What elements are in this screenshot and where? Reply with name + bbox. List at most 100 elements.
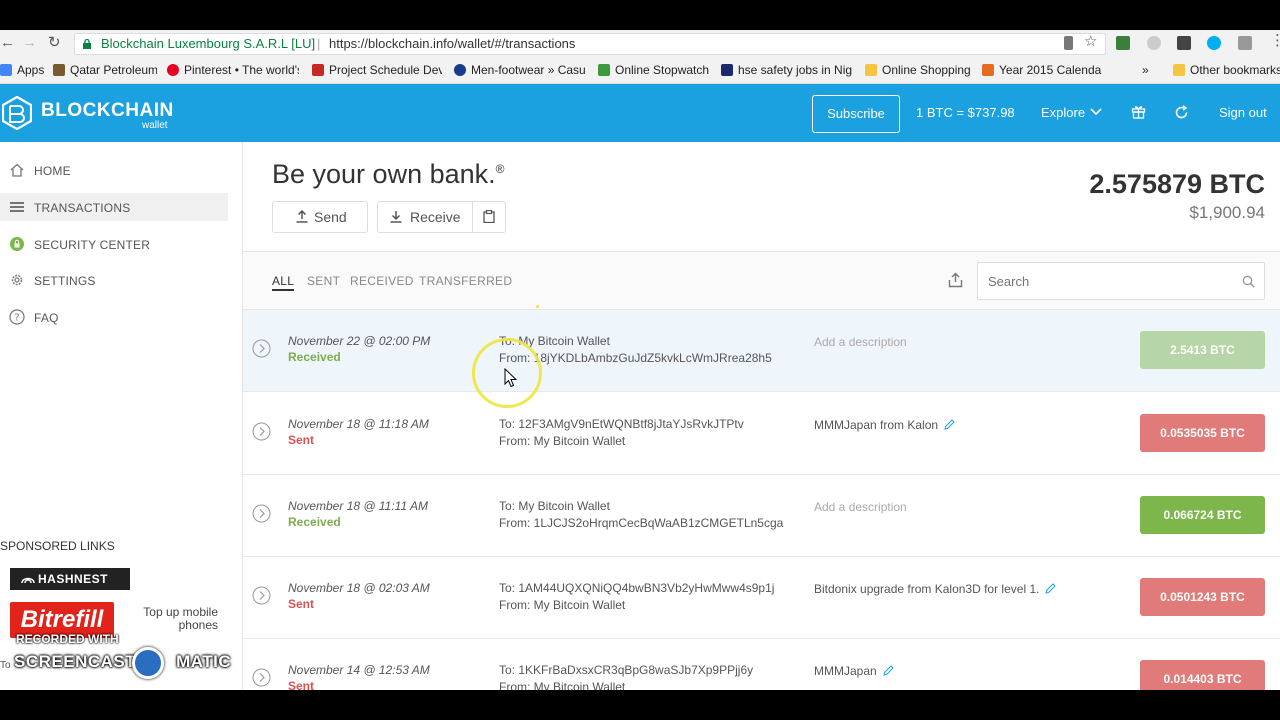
reload-icon[interactable]: ↻ xyxy=(48,34,61,52)
tx-from: From: My Bitcoin Wallet xyxy=(499,434,626,448)
expand-chevron-icon[interactable] xyxy=(252,586,271,605)
send-button[interactable]: Send xyxy=(272,201,368,233)
sign-out-link[interactable]: Sign out xyxy=(1219,105,1267,120)
extension-icon[interactable] xyxy=(1147,36,1161,50)
tx-amount[interactable]: 0.0501243 BTC xyxy=(1140,578,1265,616)
tx-amount[interactable]: 2.5413 BTC xyxy=(1140,331,1265,369)
sidebar-item-security-center[interactable]: SECURITY CENTER xyxy=(0,230,228,258)
tx-description[interactable]: Bitdonix upgrade from Kalon3D for level … xyxy=(814,581,1064,598)
bookmark-item[interactable]: Year 2015 Calendar xyxy=(982,63,1102,77)
expand-chevron-icon[interactable] xyxy=(252,339,271,358)
bookmark-label: Apps xyxy=(17,63,44,77)
extension-icon[interactable] xyxy=(1177,36,1191,50)
bookmark-item[interactable]: Project Schedule Dev xyxy=(312,63,442,77)
skype-icon[interactable] xyxy=(1207,36,1221,50)
forward-icon[interactable]: → xyxy=(22,34,37,52)
bookmark-item[interactable]: Pinterest • The world's xyxy=(167,63,299,77)
pencil-icon[interactable] xyxy=(944,419,955,430)
back-icon[interactable]: ← xyxy=(0,34,15,52)
tx-description[interactable]: Add a description xyxy=(814,334,1064,351)
blockchain-logo-icon[interactable] xyxy=(2,96,32,130)
tx-date: November 18 @ 11:18 AM xyxy=(288,417,429,431)
lock-icon xyxy=(10,237,24,251)
bookmark-item[interactable]: Apps xyxy=(0,63,44,77)
bookmark-item[interactable]: Qatar Petroleum xyxy=(53,63,157,77)
table-row[interactable]: November 18 @ 11:11 AM Received To: My B… xyxy=(243,475,1280,557)
extension-icon[interactable] xyxy=(1238,36,1252,50)
tx-description-text: MMMJapan from Kalon xyxy=(814,418,939,432)
tx-amount[interactable]: 0.066724 BTC xyxy=(1140,496,1265,534)
bookmark-item[interactable]: hse safety jobs in Nig xyxy=(721,63,853,77)
site-identity: Blockchain Luxembourg S.A.R.L [LU] xyxy=(101,36,316,51)
watermark-text: SCREENCAST xyxy=(14,652,137,671)
sidebar-item-transactions[interactable]: TRANSACTIONS xyxy=(0,193,228,221)
pencil-icon[interactable] xyxy=(1045,583,1057,594)
export-icon[interactable] xyxy=(948,272,963,288)
table-row[interactable]: November 14 @ 12:53 AM Sent To: 1KKFrBaD… xyxy=(243,639,1280,690)
bookmark-item[interactable]: Online Shopping xyxy=(865,63,975,77)
sidebar-item-settings[interactable]: SETTINGS xyxy=(0,266,228,294)
tab-all[interactable]: ALL xyxy=(272,274,295,291)
tx-description[interactable]: MMMJapan from Kalon xyxy=(814,417,1064,434)
tx-to: To: My Bitcoin Wallet xyxy=(499,499,610,513)
expand-chevron-icon[interactable] xyxy=(252,504,271,523)
address-bar[interactable]: Blockchain Luxembourg S.A.R.L [LU] | htt… xyxy=(74,33,1106,55)
explore-menu[interactable]: Explore xyxy=(1041,105,1085,120)
tx-description[interactable]: Add a description xyxy=(814,499,1064,516)
tx-from: From: My Bitcoin Wallet xyxy=(499,598,626,612)
balance-btc[interactable]: 2.575879 BTC xyxy=(1089,169,1265,200)
search-input[interactable] xyxy=(977,262,1265,300)
tab-transferred[interactable]: TRANSFERRED xyxy=(419,274,512,288)
tab-sent[interactable]: SENT xyxy=(307,274,340,288)
tab-received[interactable]: RECEIVED xyxy=(350,274,414,288)
bookmark-item[interactable]: Men-footwear » Casu xyxy=(454,63,586,77)
other-bookmarks[interactable]: Other bookmarks xyxy=(1173,63,1280,77)
pencil-icon[interactable] xyxy=(883,665,894,676)
recording-watermark: SCREENCAST MATIC xyxy=(14,652,231,672)
app-header: BLOCKCHAIN wallet Subscribe 1 BTC = $737… xyxy=(0,84,1280,142)
more-bookmarks-button[interactable]: » xyxy=(1142,63,1154,77)
table-row[interactable]: November 22 @ 02:00 PM Received To: My B… xyxy=(243,310,1280,392)
sidebar-item-home[interactable]: HOME xyxy=(0,156,228,184)
mouse-cursor-icon xyxy=(504,368,518,388)
balance-fiat[interactable]: $1,900.94 xyxy=(1189,203,1265,223)
subscribe-button[interactable]: Subscribe xyxy=(812,95,900,133)
expand-chevron-icon[interactable] xyxy=(252,668,271,687)
logo-subtitle: wallet xyxy=(142,120,168,131)
tx-description-text: MMMJapan xyxy=(814,664,877,678)
btc-exchange-rate[interactable]: 1 BTC = $737.98 xyxy=(916,105,1015,120)
tx-description[interactable]: MMMJapan xyxy=(814,663,1064,680)
tx-to: To: 1KKFrBaDxsxCR3qBpG8waSJb7Xp9PPjj6y xyxy=(499,663,754,677)
sponsor-caption: To xyxy=(0,660,11,671)
pinterest-icon xyxy=(167,64,179,76)
tx-amount[interactable]: 0.0535035 BTC xyxy=(1140,414,1265,452)
menu-icon[interactable]: ⋮ xyxy=(1270,32,1280,50)
receive-button[interactable]: Receive xyxy=(377,201,473,233)
star-icon[interactable]: ☆ xyxy=(1084,33,1097,51)
extension-icon[interactable] xyxy=(1116,36,1130,50)
chevron-down-icon[interactable] xyxy=(1090,108,1102,116)
home-icon xyxy=(10,163,24,177)
browser-chrome: ← → ↻ Blockchain Luxembourg S.A.R.L [LU]… xyxy=(0,30,1280,84)
bookmark-favicon xyxy=(598,64,610,76)
browser-toolbar: ← → ↻ Blockchain Luxembourg S.A.R.L [LU]… xyxy=(0,30,1280,57)
url-separator: | xyxy=(317,36,321,51)
tx-description-text: Bitdonix upgrade from Kalon3D for level … xyxy=(814,582,1040,596)
sidebar-item-faq[interactable]: ? FAQ xyxy=(0,303,228,331)
table-row[interactable]: November 18 @ 11:18 AM Sent To: 12F3AMgV… xyxy=(243,393,1280,475)
watermark-text: MATIC xyxy=(176,652,232,671)
tx-type: Sent xyxy=(288,433,315,447)
bookmark-item[interactable]: Online Stopwatch xyxy=(598,63,713,77)
refresh-icon[interactable] xyxy=(1174,105,1189,120)
tx-amount[interactable]: 0.014403 BTC xyxy=(1140,660,1265,690)
expand-chevron-icon[interactable] xyxy=(252,422,271,441)
key-icon[interactable] xyxy=(1064,36,1073,50)
clipboard-button[interactable] xyxy=(472,201,506,233)
tx-type: Sent xyxy=(288,597,315,611)
gift-icon[interactable] xyxy=(1131,104,1146,119)
clipboard-icon xyxy=(483,210,495,223)
topup-text[interactable]: Top up mobile phones xyxy=(130,606,218,632)
search-icon[interactable] xyxy=(1242,275,1255,288)
tx-type: Received xyxy=(288,350,341,364)
table-row[interactable]: November 18 @ 02:03 AM Sent To: 1AM44UQX… xyxy=(243,557,1280,639)
